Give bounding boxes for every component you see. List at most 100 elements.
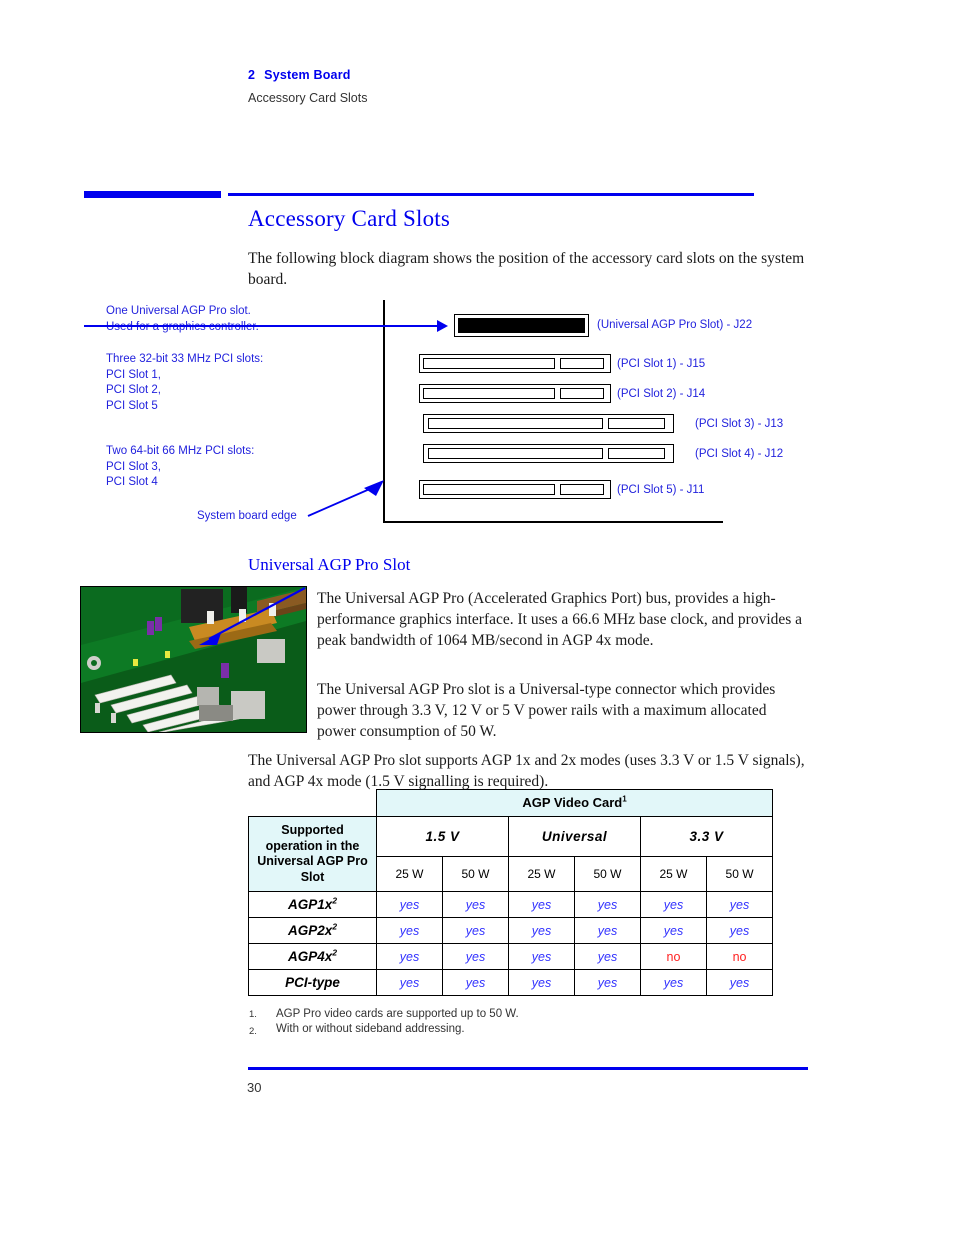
table-header-voltage-1: 1.5 V	[376, 816, 509, 857]
title-rule-right	[228, 193, 754, 196]
system-board-edge-horizontal-line	[383, 521, 723, 523]
footnote-number-1: 1.	[249, 1009, 257, 1020]
table-row: AGP1x2 yes yes yes yes yes yes	[248, 891, 774, 918]
pci-2-segment-short	[560, 388, 604, 399]
table-cell-support-value: no	[640, 943, 707, 970]
table-cell-support-value: yes	[376, 969, 443, 996]
agp-paragraph-3: The Universal AGP Pro slot supports AGP …	[248, 752, 805, 790]
table-cell-support-value: yes	[376, 943, 443, 970]
table-cell-support-value: yes	[640, 969, 707, 996]
footnote-marker-2: 2	[332, 895, 337, 906]
table-row-header-supported-operation: Supported operation in the Universal AGP…	[248, 816, 377, 892]
slot-graphic-pci-4	[423, 444, 674, 463]
table-cell-support-value: yes	[640, 891, 707, 918]
system-board-photo	[80, 586, 307, 733]
table-cell-support-value: yes	[574, 969, 641, 996]
table-cell-support-value: yes	[508, 917, 575, 944]
pci-5-segment-short	[560, 484, 604, 495]
table-row-voltage-header: Supported operation in the Universal AGP…	[248, 816, 774, 892]
slot-label-pci-3: (PCI Slot 3) - J13	[695, 418, 784, 430]
table-header-power-0: 25 W	[376, 856, 443, 892]
table-cell-support-value: yes	[442, 969, 509, 996]
footnote-marker-2: 2	[332, 947, 337, 958]
board-edge-pointer-arrow	[307, 480, 384, 517]
table-header-voltage-2: Universal	[508, 816, 641, 857]
table-row: PCI-type yes yes yes yes yes yes	[248, 969, 774, 996]
table-row: AGP4x2 yes yes yes yes no no	[248, 943, 774, 970]
footnote-text-2: With or without sideband addressing.	[276, 1023, 465, 1035]
label-agp-description: One Universal AGP Pro slot. Used for a g…	[106, 305, 259, 333]
running-head-section: Accessory Card Slots	[248, 91, 368, 105]
table-cell-mode: AGP2x2	[248, 917, 377, 944]
motherboard-illustration	[81, 587, 306, 732]
table-cell-mode: AGP1x2	[248, 891, 377, 918]
table-row-top-header: AGP Video Card1	[248, 789, 774, 817]
title-rule-left	[84, 191, 221, 198]
agp-paragraph-2: The Universal AGP Pro slot is a Universa…	[317, 681, 776, 740]
pci-2-segment-long	[423, 388, 555, 399]
table-cell-support-value: yes	[574, 917, 641, 944]
table-cell-support-value: yes	[705, 969, 774, 996]
table-header-power-5: 50 W	[705, 856, 774, 892]
table-cell-support-value: yes	[705, 891, 774, 918]
table-cell-support-value: yes	[442, 917, 509, 944]
table-body: AGP1x2 yes yes yes yes yes yes AGP2x2 yes yes yes y…	[248, 891, 774, 996]
slot-label-pci-4: (PCI Slot 4) - J12	[695, 448, 784, 460]
slot-label-pci-1: (PCI Slot 1) - J15	[617, 358, 706, 370]
slot-graphic-pci-3	[423, 414, 674, 433]
agp-pointer-arrowhead	[437, 320, 448, 332]
chapter-number: 2	[248, 68, 256, 82]
subsection-heading: Universal AGP Pro Slot	[248, 555, 411, 574]
pci-1-segment-long	[423, 358, 555, 369]
table-cell-support-value: yes	[705, 917, 774, 944]
table-cell-support-value: yes	[640, 917, 707, 944]
document-page: 2 System Board Accessory Card Slots Acces…	[0, 0, 954, 1235]
table-cell-support-value: yes	[442, 943, 509, 970]
footer-rule	[248, 1067, 808, 1070]
slot-graphic-pci-2	[419, 384, 611, 403]
slot-graphic-pci-1	[419, 354, 611, 373]
table-cell-support-value: yes	[376, 917, 443, 944]
chapter-title: System Board	[264, 68, 351, 82]
pci-4-segment-long	[428, 448, 603, 459]
footnote-text-1: AGP Pro video cards are supported up to …	[276, 1008, 519, 1020]
table-cell-support-value: yes	[442, 891, 509, 918]
pci-5-segment-long	[423, 484, 555, 495]
footnote-number-2: 2.	[249, 1026, 257, 1037]
table-header-power-2: 25 W	[508, 856, 575, 892]
table-cell-support-value: yes	[574, 891, 641, 918]
slot-label-pci-5: (PCI Slot 5) - J11	[617, 484, 705, 496]
table-cell-support-value: no	[705, 943, 774, 970]
footnote-marker-1: 1	[622, 794, 627, 804]
slot-graphic-pci-5	[419, 480, 611, 499]
table-header-voltage-3: 3.3 V	[639, 816, 774, 857]
table-cell-support-value: yes	[574, 943, 641, 970]
table-cell-mode: AGP4x2	[248, 943, 377, 970]
slot-label-universal-agp-pro: (Universal AGP Pro Slot) - J22	[597, 319, 753, 331]
agp-support-table: AGP Video Card1 Supported operation in t…	[248, 789, 774, 996]
agp-paragraph-1: The Universal AGP Pro (Accelerated Graph…	[317, 590, 803, 649]
slot-graphic-universal-agp-pro	[454, 314, 589, 337]
pci-3-segment-long	[428, 418, 603, 429]
table-row: AGP2x2 yes yes yes yes yes yes	[248, 917, 774, 944]
table-header-power-4: 25 W	[640, 856, 707, 892]
footnote-marker-2: 2	[332, 921, 337, 932]
agp-pointer-line	[84, 325, 441, 327]
pci-1-segment-short	[560, 358, 604, 369]
page-number: 30	[247, 1080, 262, 1095]
table-header-agp-video-card: AGP Video Card1	[375, 789, 774, 817]
label-system-board-edge: System board edge	[197, 510, 297, 522]
table-header-power-3: 50 W	[574, 856, 641, 892]
slot-label-pci-2: (PCI Slot 2) - J14	[617, 388, 706, 400]
pci-3-segment-short	[608, 418, 665, 429]
page-title: Accessory Card Slots	[248, 206, 451, 231]
table-cell-mode: PCI-type	[248, 969, 377, 996]
label-pci-64bit-group: Two 64-bit 66 MHz PCI slots: PCI Slot 3,…	[106, 445, 255, 488]
intro-paragraph: The following block diagram shows the po…	[248, 250, 805, 288]
block-diagram: One Universal AGP Pro slot. Used for a g…	[84, 296, 824, 528]
agp-connector-fill	[458, 318, 585, 333]
table-cell-support-value: yes	[376, 891, 443, 918]
table-cell-support-value: yes	[508, 943, 575, 970]
pci-4-segment-short	[608, 448, 665, 459]
table-cell-support-value: yes	[508, 891, 575, 918]
